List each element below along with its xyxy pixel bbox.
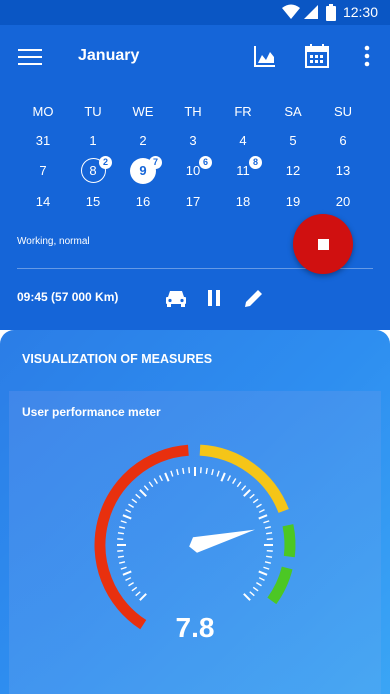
gauge-tick bbox=[117, 532, 124, 535]
gauge-tick bbox=[117, 555, 124, 558]
gauge-tick bbox=[170, 470, 174, 477]
gauge-tick bbox=[118, 561, 126, 564]
gauge-tick bbox=[176, 468, 179, 476]
gauge-tick bbox=[139, 489, 147, 497]
gauge-tick bbox=[131, 498, 138, 504]
gauge-tick bbox=[252, 498, 259, 504]
gauge-tick bbox=[125, 577, 132, 582]
gauge-tick bbox=[205, 467, 208, 474]
gauge-tick bbox=[182, 467, 185, 474]
gauge-tick bbox=[131, 586, 138, 592]
gauge-tick bbox=[164, 472, 170, 482]
gauge-tick bbox=[125, 508, 132, 513]
gauge-green-zone bbox=[282, 524, 296, 558]
gauge-tick bbox=[263, 520, 270, 524]
gauge-tick bbox=[120, 520, 127, 524]
gauge-tick bbox=[236, 481, 242, 488]
gauge-tick bbox=[263, 566, 270, 570]
gauge-tick bbox=[158, 475, 163, 482]
gauge-tick bbox=[220, 472, 226, 482]
gauge-tick bbox=[122, 570, 132, 576]
gauge-tick bbox=[256, 503, 262, 508]
gauge-tick bbox=[243, 489, 251, 497]
gauge-tick bbox=[118, 526, 126, 529]
gauge-tick bbox=[148, 481, 154, 488]
gauge-tick bbox=[266, 555, 273, 558]
gauge-red-zone bbox=[94, 444, 189, 630]
meter-value: 7.8 bbox=[175, 612, 215, 643]
gauge-tick bbox=[143, 485, 149, 491]
gauge-tick bbox=[256, 582, 262, 587]
gauge-tick bbox=[122, 514, 132, 520]
gauge-tick bbox=[241, 485, 247, 491]
performance-gauge bbox=[94, 444, 296, 630]
gauge-tick bbox=[264, 526, 272, 529]
gauge-tick bbox=[153, 478, 158, 484]
gauge-tick bbox=[258, 514, 268, 520]
gauge-tick bbox=[266, 532, 273, 535]
gauge-tick bbox=[135, 591, 141, 597]
gauge-needle bbox=[189, 529, 256, 553]
gauge-tick bbox=[258, 508, 265, 513]
gauge-tick bbox=[264, 561, 272, 564]
gauge-tick bbox=[211, 468, 214, 476]
gauge-tick bbox=[128, 503, 134, 508]
gauge-tick bbox=[249, 591, 255, 597]
gauge-tick bbox=[120, 566, 127, 570]
gauge-tick bbox=[258, 577, 265, 582]
gauge-tick bbox=[232, 478, 237, 484]
gauge-green-zone bbox=[267, 566, 293, 605]
gauge-tick bbox=[139, 593, 147, 601]
gauge-tick bbox=[258, 570, 268, 576]
gauge-tick bbox=[252, 586, 259, 592]
gauge-tick bbox=[216, 470, 220, 477]
gauge-yellow-zone bbox=[199, 444, 289, 514]
gauge-tick bbox=[135, 493, 141, 499]
gauge-tick bbox=[243, 593, 251, 601]
gauge-tick bbox=[128, 582, 134, 587]
gauge-tick bbox=[227, 475, 232, 482]
gauge-tick bbox=[249, 493, 255, 499]
